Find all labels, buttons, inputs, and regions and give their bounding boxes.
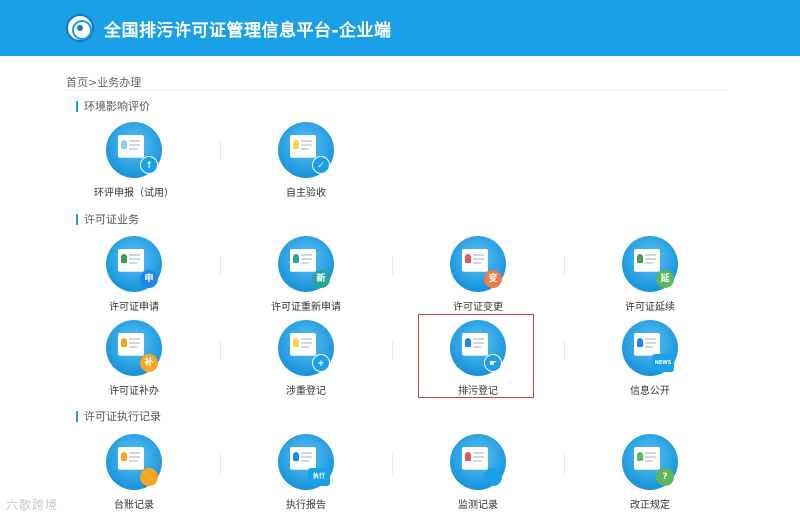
card-ledger-record[interactable]: 台账记录: [64, 434, 204, 514]
divider: [220, 140, 221, 160]
clipboard-add-icon: +: [278, 320, 334, 376]
card-label: 环评申报（试用）: [94, 188, 174, 199]
license-renew-icon: 延: [622, 236, 678, 292]
watermark: 六散跨境: [6, 496, 58, 513]
monitor-chart-icon: [450, 434, 506, 490]
divider: [392, 340, 393, 360]
license-reapply-icon: 新: [278, 236, 334, 292]
card-license-change[interactable]: 变 许可证变更: [408, 236, 548, 316]
card-badge: ✓: [312, 156, 330, 174]
divider: [392, 454, 393, 474]
card-badge: 执行: [308, 468, 330, 486]
license-apply-icon: 申: [106, 236, 162, 292]
card-badge: NEWS: [652, 354, 674, 372]
watermark-text: 六散跨境: [6, 498, 59, 512]
card-badge: 新: [312, 270, 330, 288]
section-title-execution: 许可证执行记录: [76, 411, 161, 422]
card-badge: ?: [656, 468, 674, 486]
card-badge: ↑: [140, 156, 158, 174]
news-publish-icon: NEWS: [622, 320, 678, 376]
card-label: 自主验收: [286, 188, 326, 199]
card-license-renew[interactable]: 延 许可证延续: [580, 236, 720, 316]
divider: [564, 256, 565, 276]
card-badge: 申: [140, 270, 158, 288]
card-execution-report[interactable]: 执行 执行报告: [236, 434, 376, 514]
execution-report-icon: 执行: [278, 434, 334, 490]
platform-logo-icon: [66, 14, 94, 42]
card-badge: [484, 468, 502, 486]
card-self-acceptance[interactable]: ✓ 自主验收: [236, 122, 376, 202]
card-badge: 延: [656, 270, 674, 288]
section-title-license: 许可证业务: [76, 214, 139, 225]
card-monitoring-record[interactable]: 监测记录: [408, 434, 548, 514]
card-badge: 补: [140, 354, 158, 372]
card-correction-rules[interactable]: ? 改正规定: [580, 434, 720, 514]
question-doc-icon: ?: [622, 434, 678, 490]
card-label: 执行报告: [286, 500, 326, 511]
breadcrumb-divider: [66, 90, 728, 91]
card-info-disclosure[interactable]: NEWS 信息公开: [580, 320, 720, 400]
app-title: 全国排污许可证管理信息平台-企业端: [104, 21, 392, 41]
card-heavy-metal-register[interactable]: + 涉重登记: [236, 320, 376, 400]
card-eia-apply[interactable]: ↑ 环评申报（试用）: [64, 122, 204, 202]
selection-highlight: [418, 314, 534, 398]
card-license-reissue[interactable]: 补 许可证补办: [64, 320, 204, 400]
divider: [220, 454, 221, 474]
checklist-approve-icon: ✓: [278, 122, 334, 178]
card-label: 许可证申请: [109, 302, 159, 313]
card-label: 许可证重新申请: [271, 302, 341, 313]
section-title-eia: 环境影响评价: [76, 101, 150, 112]
card-label: 改正规定: [630, 500, 670, 511]
card-label: 涉重登记: [286, 386, 326, 397]
document-upload-icon: ↑: [106, 122, 162, 178]
divider: [220, 256, 221, 276]
card-label: 许可证补办: [109, 386, 159, 397]
ledger-icon: [106, 434, 162, 490]
card-label: 监测记录: [458, 500, 498, 511]
card-badge: [140, 468, 158, 486]
card-badge: +: [312, 354, 330, 372]
card-badge: 变: [484, 270, 502, 288]
card-license-apply[interactable]: 申 许可证申请: [64, 236, 204, 316]
card-label: 许可证延续: [625, 302, 675, 313]
divider: [392, 256, 393, 276]
license-change-icon: 变: [450, 236, 506, 292]
divider: [564, 454, 565, 474]
app-header: 全国排污许可证管理信息平台-企业端: [0, 0, 800, 56]
divider: [564, 340, 565, 360]
card-license-reapply[interactable]: 新 许可证重新申请: [236, 236, 376, 316]
divider: [220, 340, 221, 360]
card-label: 台账记录: [114, 500, 154, 511]
breadcrumb[interactable]: 首页>业务办理: [66, 74, 141, 90]
license-reissue-icon: 补: [106, 320, 162, 376]
card-label: 许可证变更: [453, 302, 503, 313]
card-label: 信息公开: [630, 386, 670, 397]
